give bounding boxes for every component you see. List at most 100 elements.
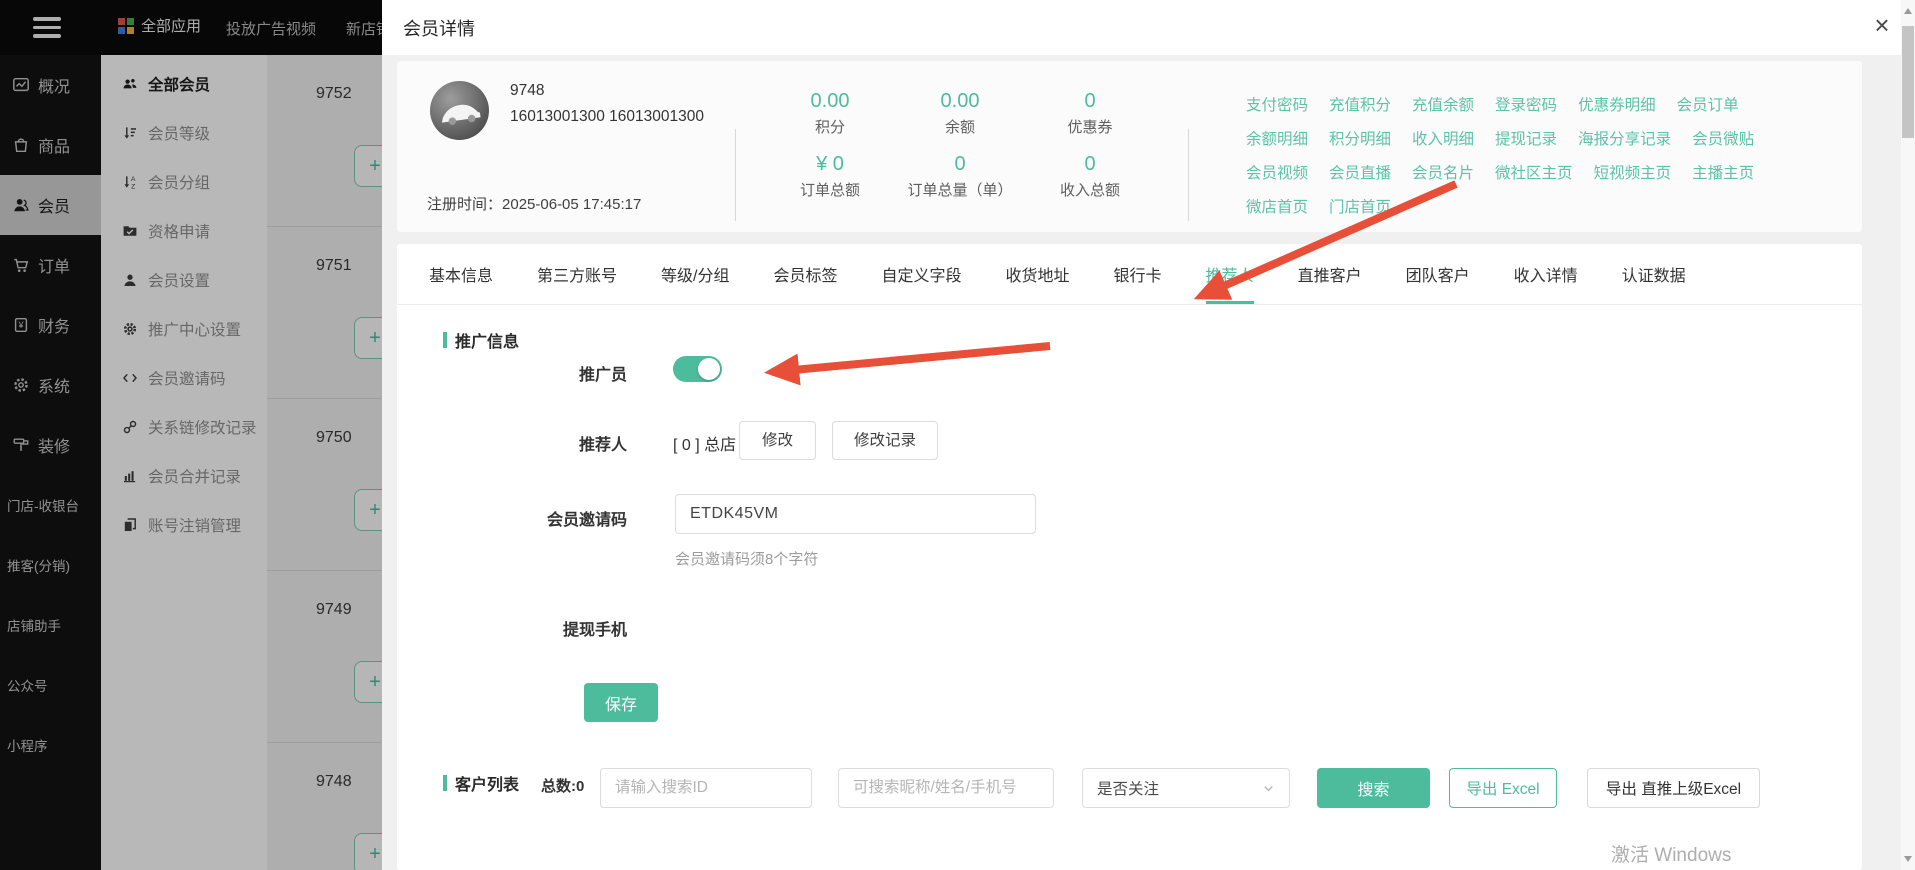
divider (735, 129, 736, 221)
register-time-value: 2025-06-05 17:45:17 (502, 196, 642, 213)
stat-value: 0.00 (940, 90, 980, 112)
follow-filter-select[interactable]: 是否关注 (1082, 768, 1290, 808)
quick-link-1-2[interactable]: 收入明细 (1412, 127, 1474, 149)
quick-link-1-3[interactable]: 提现记录 (1495, 127, 1557, 149)
promoter-label: 推广员 (578, 367, 627, 384)
register-time: 注册时间：2025-06-05 17:45:17 (427, 193, 641, 214)
tab-6[interactable]: 银行卡 (1114, 262, 1162, 304)
search-name-input[interactable] (838, 768, 1054, 808)
quick-link-0-4[interactable]: 优惠券明细 (1578, 93, 1656, 115)
modify-log-button[interactable]: 修改记录 (832, 421, 938, 460)
section-accent-bar (443, 332, 447, 348)
quick-link-3-1[interactable]: 门店首页 (1329, 195, 1391, 217)
tab-11[interactable]: 认证数据 (1622, 262, 1686, 304)
quick-link-1-0[interactable]: 余额明细 (1246, 127, 1308, 149)
member-phone: 16013001300 16013001300 (510, 108, 704, 125)
promoter-toggle[interactable] (673, 356, 722, 382)
scrollbar-down-arrow-icon[interactable] (1904, 856, 1912, 862)
section-accent-bar (443, 775, 447, 791)
quick-link-3-0[interactable]: 微店首页 (1246, 195, 1308, 217)
avatar (430, 81, 489, 140)
tab-2[interactable]: 等级/分组 (661, 262, 729, 304)
stat-col-0: 0.00 积分 ¥ 0 订单总额 (765, 89, 895, 215)
stat-label: 订单总额 (799, 182, 860, 199)
search-id-input[interactable] (600, 768, 812, 808)
invite-code-hint: 会员邀请码须8个字符 (675, 551, 819, 568)
referrer-label: 推荐人 (578, 437, 627, 454)
stat-label: 优惠券 (1067, 119, 1113, 136)
follow-filter-value: 是否关注 (1097, 781, 1160, 798)
divider (1188, 129, 1189, 221)
clients-section-title: 客户列表 (443, 771, 519, 795)
car-image (441, 104, 481, 125)
tab-10[interactable]: 收入详情 (1514, 262, 1578, 304)
quick-link-0-1[interactable]: 充值积分 (1329, 93, 1391, 115)
quick-links: 支付密码 充值积分 充值余额 登录密码 优惠券明细 会员订单 余额明细 积分明细 收入明细 提现记… (1246, 87, 1754, 223)
clients-total: 总数:0 (541, 778, 585, 795)
tab-9[interactable]: 团队客户 (1406, 262, 1470, 304)
quick-links-row-1: 余额明细 积分明细 收入明细 提现记录 海报分享记录 会员微贴 (1246, 121, 1754, 155)
quick-link-1-1[interactable]: 积分明细 (1329, 127, 1391, 149)
toggle-knob (698, 358, 720, 380)
stat-col-2: 0 优惠券 0 收入总额 (1025, 89, 1155, 215)
chevron-down-icon (1264, 785, 1273, 791)
modal-overlay[interactable] (0, 0, 382, 870)
stat-label: 收入总额 (1059, 182, 1120, 199)
stat-col-1: 0.00 余额 0 订单总量（单） (895, 89, 1025, 215)
tab-3[interactable]: 会员标签 (773, 262, 837, 304)
search-button[interactable]: 搜索 (1317, 768, 1430, 808)
scrollbar-thumb[interactable] (1902, 26, 1914, 138)
tab-7[interactable]: 推荐人 (1205, 262, 1254, 304)
tab-8[interactable]: 直推客户 (1298, 262, 1362, 304)
referrer-value: [ 0 ] 总店 (673, 437, 737, 454)
clients-section-label: 客户列表 (455, 777, 520, 794)
invite-code-input[interactable] (675, 494, 1036, 534)
tab-4[interactable]: 自定义字段 (882, 262, 962, 304)
stat-label: 积分 (814, 119, 845, 136)
stat-value: 0 (1084, 90, 1096, 112)
page: 全部应用 投放广告视频 新店铺 概况 商品 会员 订单 ¥ 财务 系统 装修 门店-收银台 推客(分… (0, 0, 1915, 870)
quick-link-2-1[interactable]: 会员直播 (1329, 161, 1391, 183)
quick-link-2-4[interactable]: 短视频主页 (1594, 161, 1672, 183)
quick-links-row-2: 会员视频 会员直播 会员名片 微社区主页 短视频主页 主播主页 (1246, 155, 1754, 189)
scrollbar (1901, 0, 1915, 870)
quick-links-row-0: 支付密码 充值积分 充值余额 登录密码 优惠券明细 会员订单 (1246, 87, 1754, 121)
tab-5[interactable]: 收货地址 (1006, 262, 1070, 304)
export-direct-excel-button[interactable]: 导出 直推上级Excel (1587, 768, 1760, 808)
promo-section-label: 推广信息 (455, 334, 520, 351)
export-excel-button[interactable]: 导出 Excel (1449, 768, 1557, 808)
quick-link-2-2[interactable]: 会员名片 (1412, 161, 1474, 183)
quick-link-0-0[interactable]: 支付密码 (1246, 93, 1308, 115)
stat-value: 0.00 (810, 90, 850, 112)
promo-section-title: 推广信息 (443, 328, 519, 352)
modify-button[interactable]: 修改 (739, 421, 816, 460)
member-stats: 0.00 积分 ¥ 0 订单总额 0.00 余额 0 订单总量（单） 0 优惠券 0 收入总额 (765, 89, 1155, 215)
register-time-label: 注册时间： (427, 196, 503, 213)
close-icon[interactable]: × (1865, 8, 1899, 42)
member-detail-card: 基本信息 第三方账号 等级/分组 会员标签 自定义字段 收货地址 银行卡 推荐人 直推客户 团队客… (397, 244, 1862, 870)
drawer-header: 会员详情 × (382, 0, 1915, 55)
member-summary-card: 9748 16013001300 16013001300 注册时间：2025-0… (397, 61, 1862, 232)
stat-value: ¥ 0 (816, 153, 844, 175)
member-id: 9748 (510, 82, 545, 99)
quick-link-1-5[interactable]: 会员微贴 (1692, 127, 1754, 149)
quick-link-0-3[interactable]: 登录密码 (1495, 93, 1557, 115)
windows-activation-watermark: 激活 Windows (1611, 845, 1732, 866)
stat-value: 0 (954, 153, 966, 175)
tab-1[interactable]: 第三方账号 (537, 262, 617, 304)
invite-code-label: 会员邀请码 (546, 512, 627, 529)
quick-link-2-0[interactable]: 会员视频 (1246, 161, 1308, 183)
stat-label: 订单总量（单） (907, 182, 1013, 199)
scrollbar-up-arrow-icon[interactable] (1904, 8, 1912, 14)
detail-tabs: 基本信息 第三方账号 等级/分组 会员标签 自定义字段 收货地址 银行卡 推荐人 直推客户 团队客… (397, 262, 1862, 305)
quick-link-0-5[interactable]: 会员订单 (1677, 93, 1739, 115)
save-button[interactable]: 保存 (584, 683, 658, 722)
tab-0[interactable]: 基本信息 (429, 262, 493, 304)
quick-link-2-5[interactable]: 主播主页 (1692, 161, 1754, 183)
quick-link-2-3[interactable]: 微社区主页 (1495, 161, 1573, 183)
quick-link-0-2[interactable]: 充值余额 (1412, 93, 1474, 115)
drawer-title: 会员详情 (403, 19, 475, 39)
quick-link-1-4[interactable]: 海报分享记录 (1578, 127, 1671, 149)
stat-value: 0 (1084, 153, 1096, 175)
member-detail-drawer: 会员详情 × 9748 16013001300 16013001300 注册时间… (382, 0, 1915, 870)
